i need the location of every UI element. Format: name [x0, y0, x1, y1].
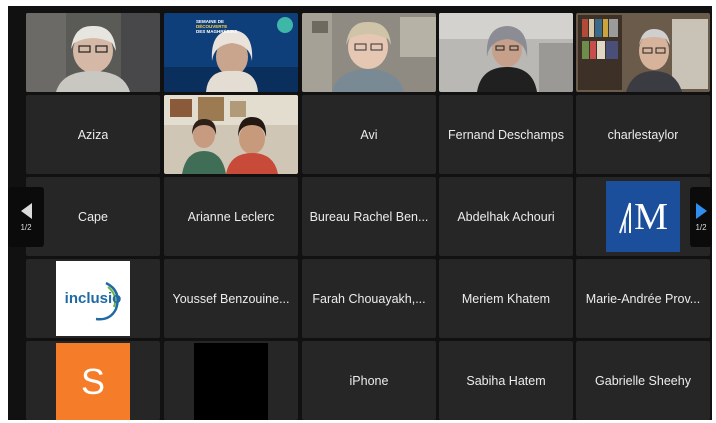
page-indicator: 1/2 [20, 222, 32, 232]
participant-name: Marie-Andrée Prov... [585, 291, 701, 306]
participant-name: Avi [360, 127, 378, 142]
participant-tile[interactable]: Cape [26, 177, 160, 256]
participant-name: charlestaylor [607, 127, 679, 142]
participant-name: Fernand Deschamps [447, 127, 565, 142]
participant-video [576, 13, 710, 92]
video-tile-5[interactable] [576, 13, 710, 92]
participant-video [439, 13, 573, 92]
participant-name: Cape [78, 209, 108, 224]
participant-name: Gabrielle Sheehy [595, 373, 691, 388]
participant-tile[interactable]: Avi [302, 95, 436, 174]
chevron-left-icon [20, 202, 32, 219]
participant-name: iPhone [349, 373, 389, 388]
video-gallery: SEMAINE DE DÉCOUVERTE DES MAGHRÉBINS Azi… [8, 6, 712, 420]
inclusio-wordmark: inclusio [64, 290, 122, 307]
video-tile-2[interactable]: SEMAINE DE DÉCOUVERTE DES MAGHRÉBINS [164, 13, 298, 92]
participant-tile-inclusio[interactable]: inclusio [26, 259, 160, 338]
video-tile-6[interactable] [164, 95, 298, 174]
participant-tile[interactable]: Abdelhak Achouri [439, 177, 573, 256]
page-indicator: 1/2 [695, 222, 707, 232]
participant-tile[interactable]: Gabrielle Sheehy [576, 341, 710, 420]
s-letter-avatar: S [56, 343, 130, 420]
chevron-right-icon [695, 202, 707, 219]
video-tile-1[interactable] [26, 13, 160, 92]
participant-name: Youssef Benzouine... [172, 291, 290, 306]
participant-tile[interactable]: Youssef Benzouine... [164, 259, 298, 338]
participant-name: Meriem Khatem [461, 291, 551, 306]
participant-tile[interactable]: iPhone [302, 341, 436, 420]
participant-video [26, 13, 160, 92]
blank-video [194, 343, 268, 420]
participant-video [302, 13, 436, 92]
video-tile-4[interactable] [439, 13, 573, 92]
participant-name: Aziza [77, 127, 109, 142]
participant-tile[interactable]: charlestaylor [576, 95, 710, 174]
participant-name: Farah Chouayakh,... [312, 291, 426, 306]
video-tile-3[interactable] [302, 13, 436, 92]
m-letter: M [634, 195, 668, 238]
participant-name: Sabiha Hatem [466, 373, 546, 388]
participant-video [164, 95, 298, 174]
participant-tile[interactable]: Sabiha Hatem [439, 341, 573, 420]
previous-page-button[interactable]: 1/2 [8, 187, 44, 247]
participant-tile-black-video[interactable] [164, 341, 298, 420]
participant-tile[interactable]: Aziza [26, 95, 160, 174]
event-banner: SEMAINE DE DÉCOUVERTE DES MAGHRÉBINS [196, 19, 237, 34]
next-page-button[interactable]: 1/2 [690, 187, 712, 247]
participant-tile[interactable]: Bureau Rachel Ben... [302, 177, 436, 256]
participant-name: Arianne Leclerc [187, 209, 275, 224]
participant-tile[interactable]: Meriem Khatem [439, 259, 573, 338]
m-logo-avatar: M [606, 181, 680, 252]
participant-name: Bureau Rachel Ben... [309, 209, 429, 224]
participant-tile[interactable]: Arianne Leclerc [164, 177, 298, 256]
participant-tile[interactable]: Farah Chouayakh,... [302, 259, 436, 338]
banner-line-3: DES MAGHRÉBINS [196, 29, 238, 34]
participant-tile[interactable]: Fernand Deschamps [439, 95, 573, 174]
inclusio-logo-avatar: inclusio [56, 261, 130, 336]
participant-name: Abdelhak Achouri [457, 209, 555, 224]
participant-tile[interactable]: Marie-Andrée Prov... [576, 259, 710, 338]
participant-tile-s-avatar[interactable]: S [26, 341, 160, 420]
s-letter: S [80, 360, 105, 402]
